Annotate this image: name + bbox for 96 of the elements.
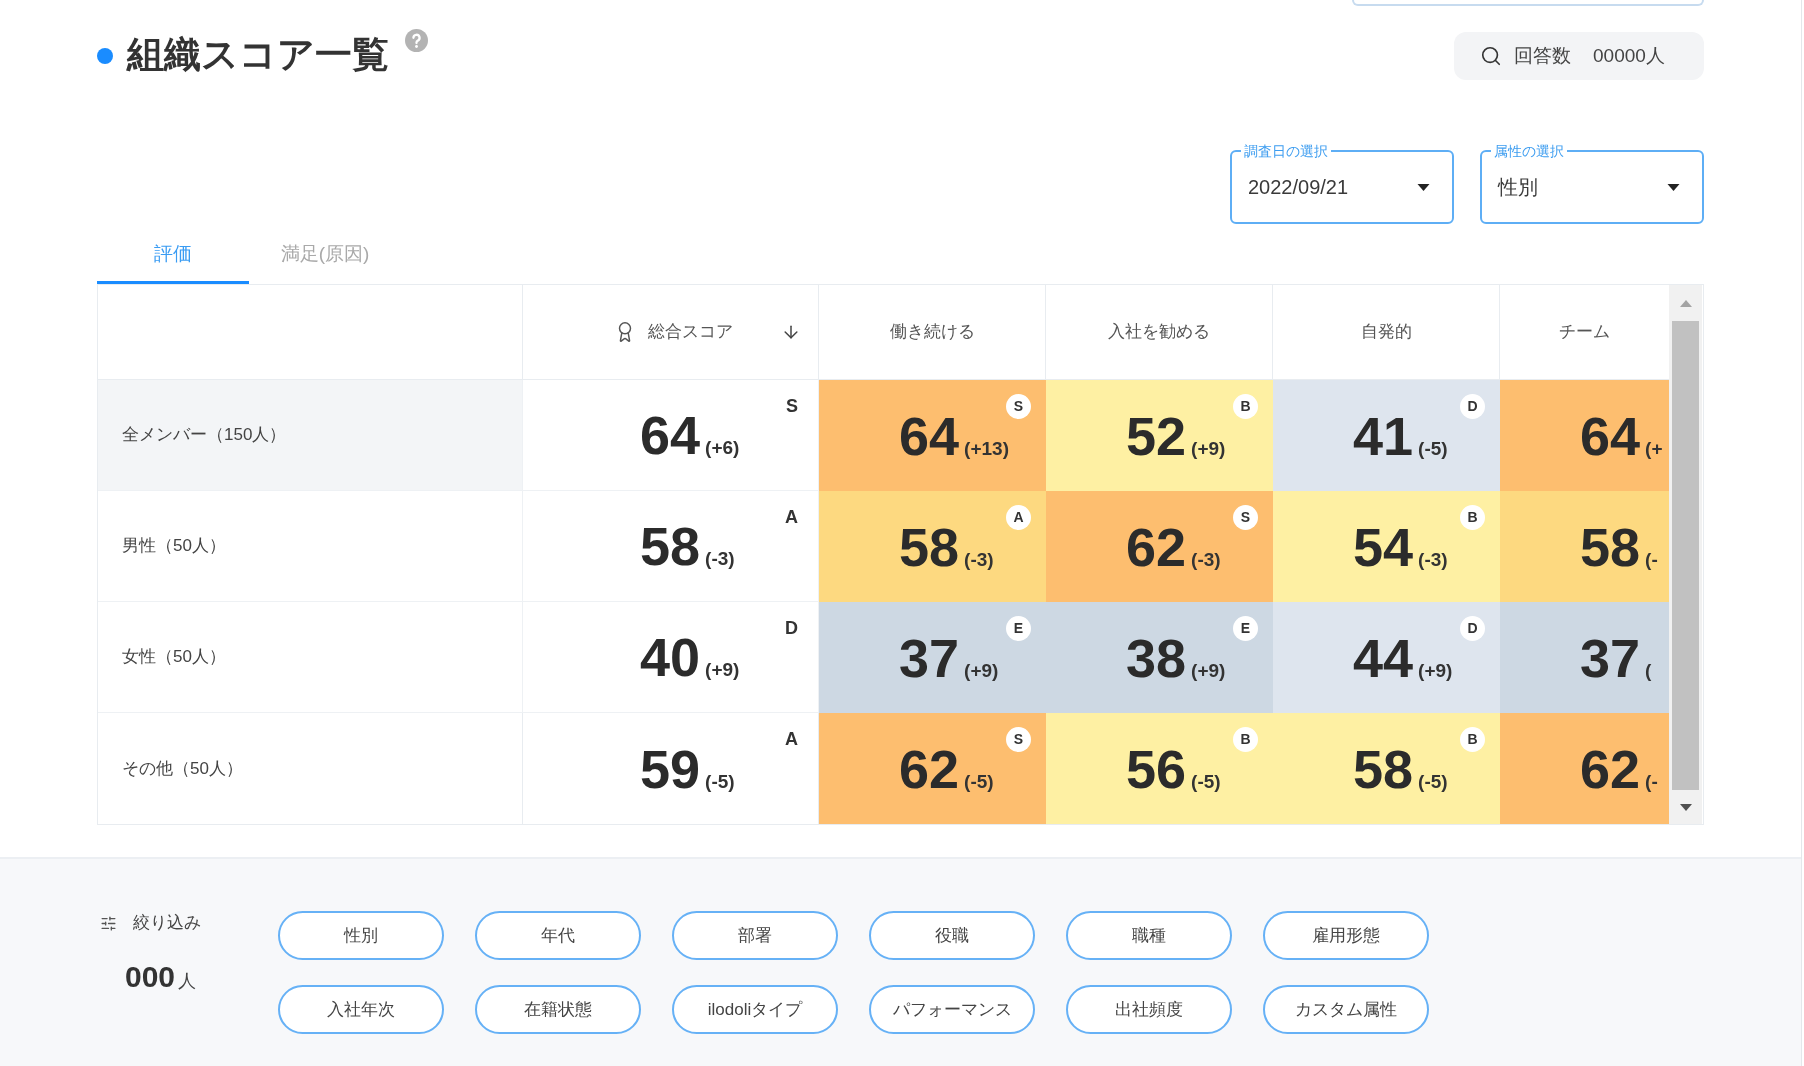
filter-chip[interactable]: 在籍状態 [475, 985, 641, 1034]
response-count-value: 00000人 [1593, 43, 1665, 68]
score-change: (+ [1645, 436, 1663, 461]
grade-badge: D [1460, 616, 1485, 641]
score-change: (+9) [705, 658, 740, 682]
filter-count: 000 [125, 959, 176, 995]
score-change: (-5) [1191, 769, 1221, 794]
scrollbar-thumb[interactable] [1672, 321, 1699, 790]
filter-label: 絞り込み [133, 912, 201, 935]
row-label: 女性（50人） [122, 646, 226, 669]
filter-chip[interactable]: 役職 [869, 911, 1035, 960]
grade-badge: S [1233, 505, 1258, 530]
column-header: 入社を勧める [1108, 321, 1210, 344]
score-change: (+6) [705, 436, 740, 460]
score-change: (+13) [964, 436, 1009, 461]
score-change: (-3) [705, 547, 735, 571]
score-value: 62 [1580, 738, 1641, 799]
filter-chip[interactable]: 年代 [475, 911, 641, 960]
response-count-label: 回答数 [1514, 43, 1571, 68]
row-label: その他（50人） [122, 757, 243, 780]
score-change: (+9) [1191, 658, 1226, 683]
score-value: 58 [1580, 516, 1641, 577]
scroll-down-arrow-icon[interactable] [1679, 803, 1692, 811]
score-value: 58 [640, 516, 701, 576]
caret-down-icon [1417, 183, 1430, 191]
field-label: 調査日の選択 [1241, 142, 1331, 160]
search-icon [1480, 45, 1502, 67]
grade-letter: D [785, 617, 798, 639]
filter-count-unit: 人 [178, 970, 197, 993]
column-header: 総合スコア [648, 321, 733, 344]
text-field[interactable] [1352, 0, 1704, 6]
filter-chip[interactable]: カスタム属性 [1263, 985, 1429, 1034]
filter-chip[interactable]: ilodoliタイプ [672, 985, 838, 1034]
grade-badge: D [1460, 394, 1485, 419]
score-value: 37 [899, 627, 960, 688]
column-header: チーム [1559, 321, 1610, 344]
grade-letter: A [785, 506, 798, 528]
filter-chip[interactable]: 部署 [672, 911, 838, 960]
row-label: 男性（50人） [122, 535, 226, 558]
score-value: 52 [1126, 405, 1187, 466]
column-header: 働き続ける [889, 321, 975, 344]
score-value: 58 [899, 516, 960, 577]
score-change: (-5) [705, 769, 735, 794]
score-value: 62 [1126, 516, 1187, 577]
filter-chip[interactable]: パフォーマンス [869, 985, 1035, 1034]
score-value: 41 [1353, 405, 1414, 466]
score-value: 64 [899, 405, 960, 466]
score-change: (-3) [964, 547, 994, 572]
filter-chip[interactable]: 性別 [278, 911, 444, 960]
score-value: 59 [640, 738, 701, 799]
help-icon[interactable] [405, 29, 428, 52]
grade-letter: S [786, 395, 798, 417]
scroll-up-arrow-icon[interactable] [1679, 299, 1692, 307]
filter-icon [100, 914, 117, 932]
score-change: (-5) [1418, 769, 1448, 794]
row-label: 全メンバー（150人） [122, 424, 287, 447]
grade-badge: B [1460, 505, 1485, 530]
score-change: (- [1645, 547, 1658, 572]
score-value: 64 [1580, 405, 1641, 466]
score-change: (-5) [964, 769, 994, 794]
score-change: (-5) [1418, 436, 1448, 461]
grade-badge: S [1006, 394, 1031, 419]
score-value: 54 [1353, 516, 1414, 577]
score-value: 37 [1580, 627, 1641, 688]
grade-badge: B [1233, 394, 1258, 419]
caret-down-icon [1667, 183, 1680, 191]
score-change: (+9) [1418, 658, 1453, 683]
grade-badge: A [1006, 505, 1031, 530]
score-value: 64 [640, 405, 701, 465]
score-change: (+9) [1191, 436, 1226, 461]
filter-chip[interactable]: 出社頻度 [1066, 985, 1232, 1034]
score-value: 62 [899, 738, 960, 799]
score-value: 38 [1126, 627, 1187, 688]
grade-badge: E [1006, 616, 1031, 641]
score-change: (- [1645, 769, 1658, 794]
grade-badge: B [1233, 727, 1258, 752]
grade-badge: B [1460, 727, 1485, 752]
score-change: ( [1645, 658, 1652, 683]
scrollbar[interactable] [1669, 285, 1702, 824]
score-value: 56 [1126, 738, 1187, 799]
grade-letter: A [785, 728, 798, 750]
score-value: 40 [640, 627, 701, 687]
bullet-icon [97, 48, 113, 64]
page-title: 組織スコア一覧 [127, 33, 389, 77]
score-value: 44 [1353, 627, 1414, 688]
filter-chip[interactable]: 入社年次 [278, 985, 444, 1034]
score-change: (-3) [1418, 547, 1448, 572]
score-change: (+9) [964, 658, 999, 683]
filter-chip[interactable]: 雇用形態 [1263, 911, 1429, 960]
field-label: 属性の選択 [1491, 142, 1567, 160]
grade-badge: S [1006, 727, 1031, 752]
score-change: (-3) [1191, 547, 1221, 572]
filter-chip[interactable]: 職種 [1066, 911, 1232, 960]
grade-badge: E [1233, 616, 1258, 641]
score-value: 58 [1353, 738, 1414, 799]
column-header: 自発的 [1360, 321, 1412, 344]
